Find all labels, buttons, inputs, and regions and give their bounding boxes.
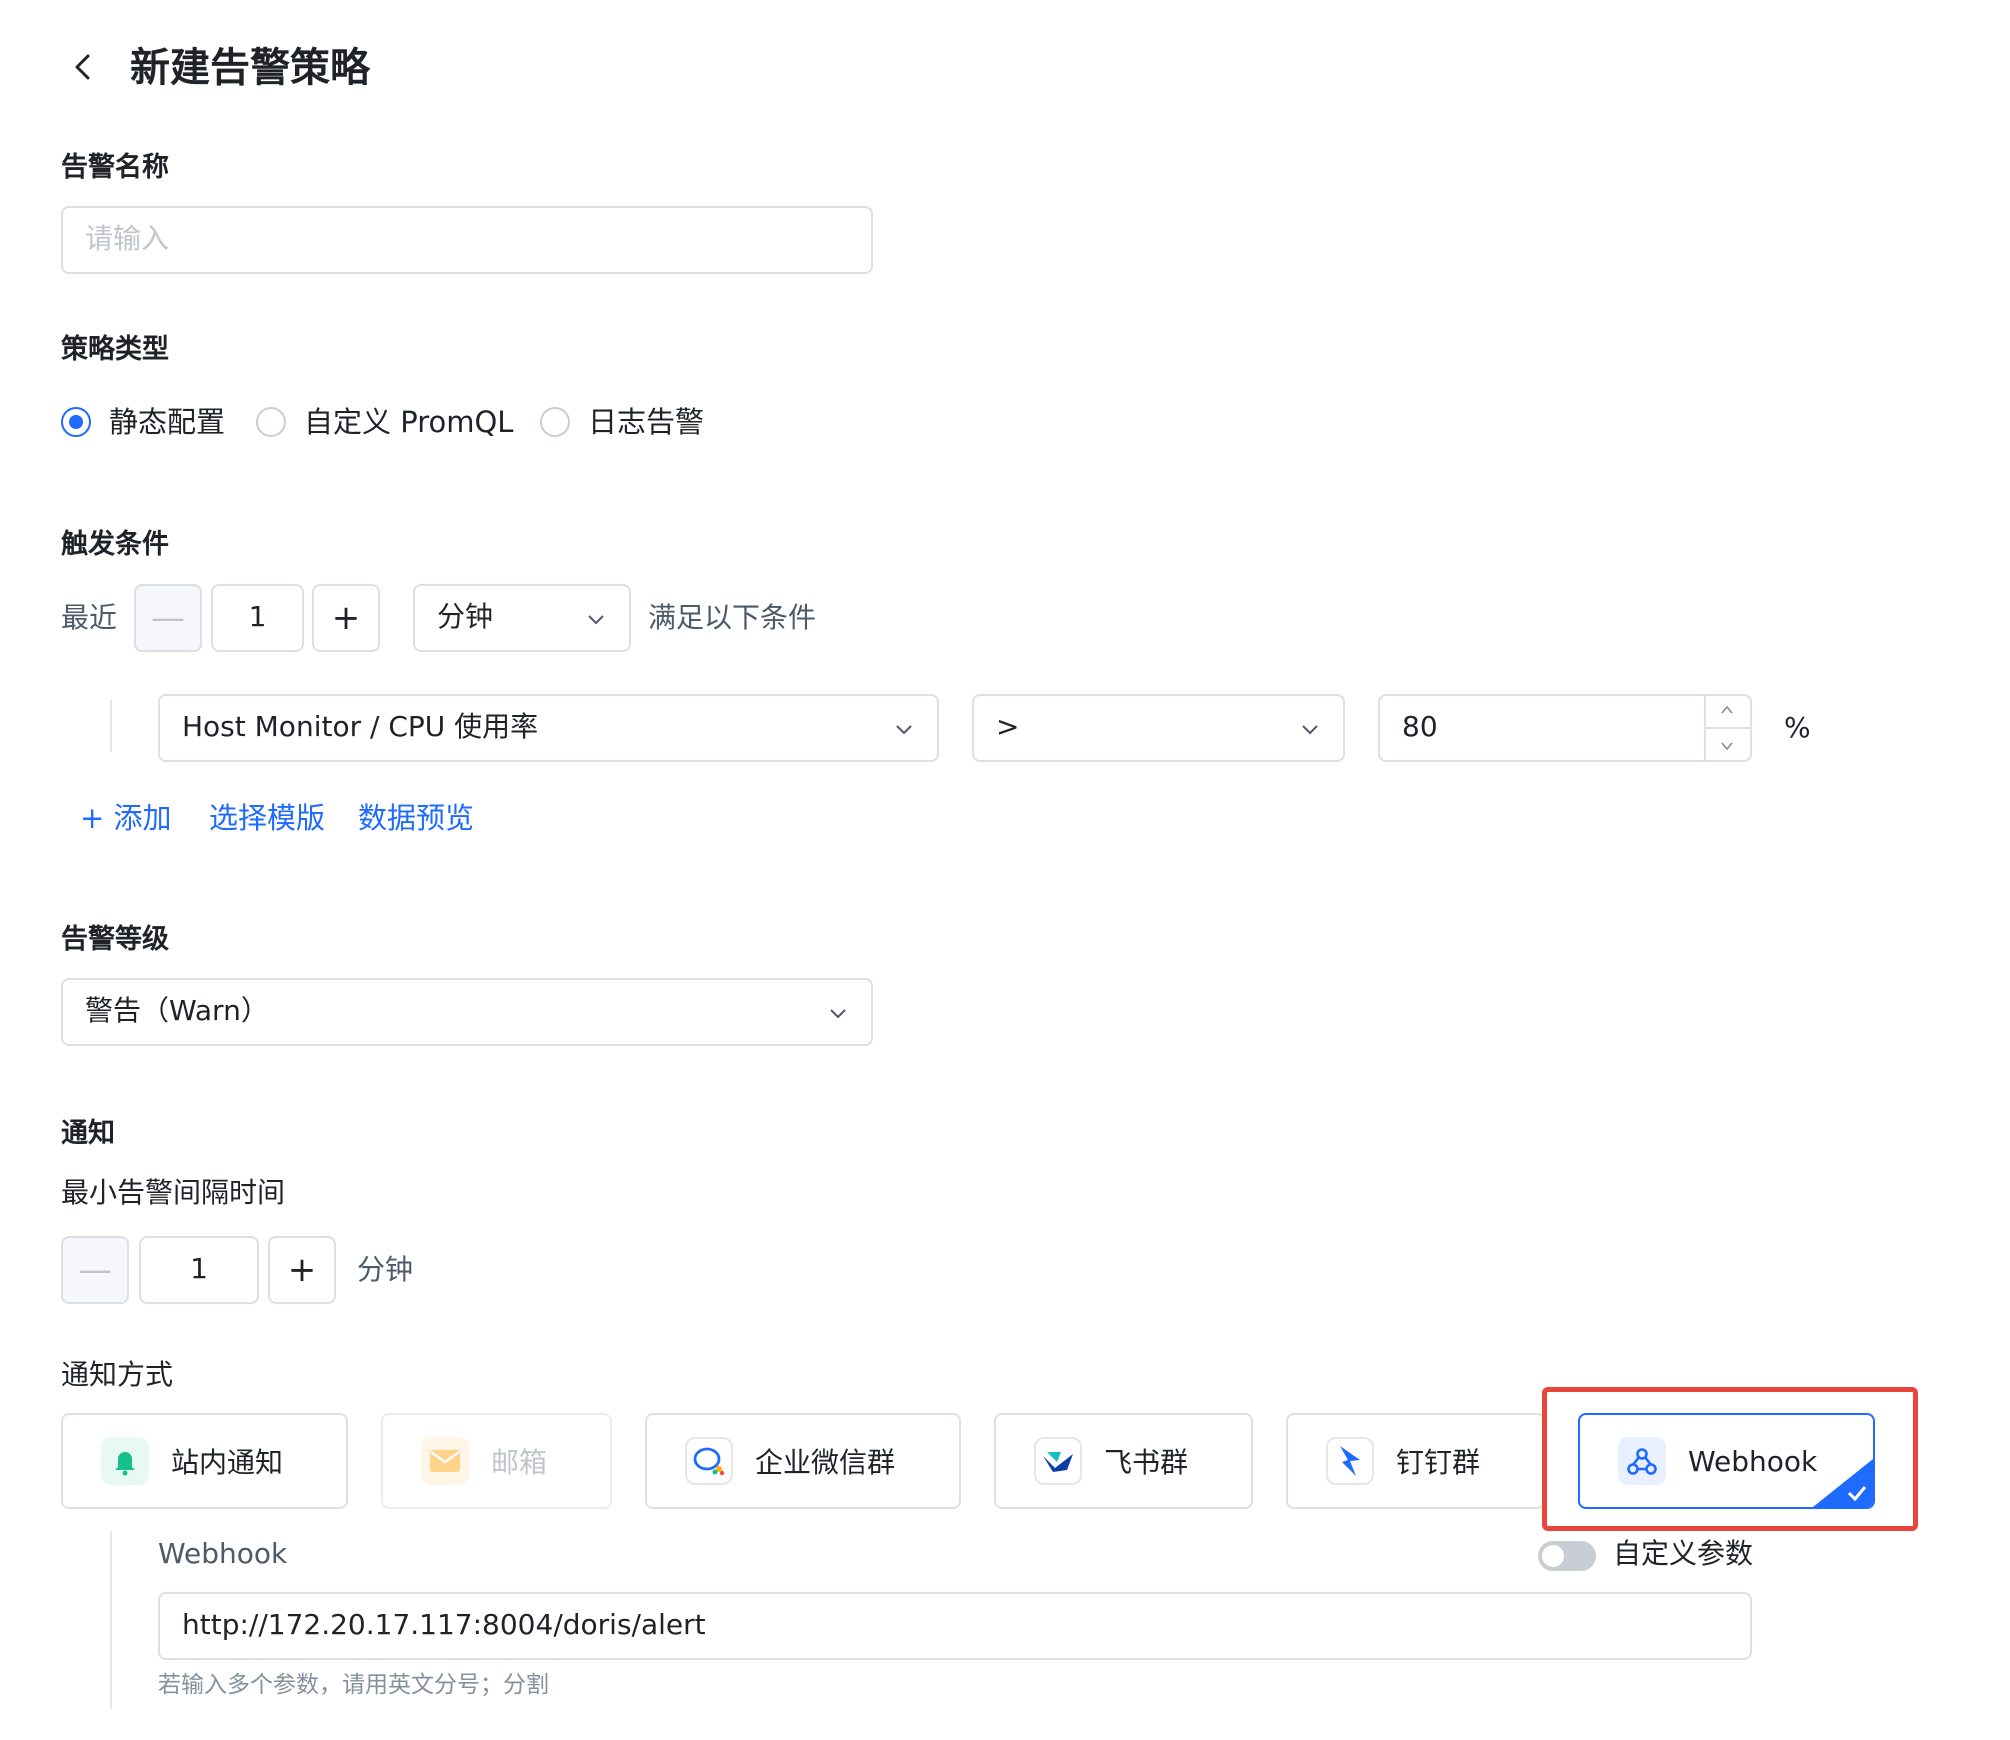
custom-param-toggle[interactable] [1538,1541,1596,1571]
trigger-unit-value: 分钟 [437,600,494,633]
add-condition-link[interactable]: + 添加 [80,798,172,838]
trigger-label: 触发条件 [61,529,169,560]
toggle-knob [1542,1545,1564,1567]
radio-promql-dot[interactable] [256,407,286,437]
chevron-down-icon [588,615,604,625]
chevron-down-icon [830,1009,846,1019]
interval-input[interactable]: 1 [139,1236,259,1304]
radio-log[interactable] [540,407,570,437]
trigger-unit-select[interactable]: 分钟 [413,584,631,652]
method-label-feishu: 飞书群 [1104,1446,1189,1479]
metric-select[interactable]: Host Monitor / CPU 使用率 [158,694,939,762]
mail-icon [421,1437,469,1485]
radio-static[interactable] [61,407,91,437]
method-label-dingtalk: 钉钉群 [1396,1446,1481,1479]
custom-param-label: 自定义参数 [1613,1537,1754,1570]
operator-select[interactable]: > [972,694,1345,762]
metric-value: Host Monitor / CPU 使用率 [182,710,539,743]
notify-method-label: 通知方式 [61,1358,174,1391]
interval-plus-button[interactable]: + [268,1236,336,1304]
select-template-link[interactable]: 选择模版 [209,798,325,838]
dingtalk-icon [1326,1437,1374,1485]
threshold-stepper[interactable] [1704,696,1750,760]
stepper-divider [1706,727,1750,729]
chevron-down-icon [1302,725,1318,735]
method-card-wecom[interactable]: 企业微信群 [645,1413,961,1509]
page-title: 新建告警策略 [130,45,370,91]
chevron-down-icon[interactable] [1720,740,1734,752]
trigger-suffix: 满足以下条件 [648,601,817,634]
threshold-input[interactable]: 80 [1378,694,1752,762]
webhook-label: Webhook [158,1537,288,1570]
bell-icon [101,1437,149,1485]
radio-promql[interactable] [256,407,286,437]
highlight-box [1542,1387,1918,1531]
radio-log-dot[interactable] [540,407,570,437]
threshold-value: 80 [1402,710,1438,743]
level-select[interactable]: 警告（Warn） [61,978,873,1046]
data-preview-link[interactable]: 数据预览 [358,798,474,838]
notify-label: 通知 [61,1118,115,1149]
method-label-wecom: 企业微信群 [755,1446,896,1479]
interval-unit: 分钟 [357,1253,414,1286]
radio-promql-label[interactable]: 自定义 PromQL [304,402,513,442]
trigger-count-input[interactable]: 1 [211,584,304,652]
radio-static-label[interactable]: 静态配置 [109,402,225,442]
level-label: 告警等级 [61,924,169,955]
alert-name-input[interactable]: 请输入 [61,206,873,274]
method-label-mail: 邮箱 [491,1446,548,1479]
threshold-unit: % [1784,711,1811,744]
feishu-icon [1034,1437,1082,1485]
webhook-hint: 若输入多个参数，请用英文分号；分割 [158,1672,549,1698]
wecom-icon [685,1437,733,1485]
alert-name-label: 告警名称 [61,152,169,183]
operator-value: > [996,710,1020,743]
level-value: 警告（Warn） [85,994,269,1027]
webhook-url-input[interactable]: http://172.20.17.117:8004/doris/alert [158,1592,1752,1660]
interval-minus-button[interactable]: — [61,1236,129,1304]
webhook-indent-line [110,1531,112,1709]
radio-static-dot[interactable] [61,407,91,437]
back-arrow-icon[interactable] [68,52,98,82]
method-card-feishu[interactable]: 飞书群 [994,1413,1253,1509]
interval-label: 最小告警间隔时间 [61,1176,286,1209]
method-card-inapp[interactable]: 站内通知 [61,1413,348,1509]
trigger-minus-button[interactable]: — [134,584,202,652]
trigger-plus-button[interactable]: + [312,584,380,652]
chevron-down-icon [896,725,912,735]
method-label-inapp: 站内通知 [171,1446,284,1479]
condition-indent-line [110,700,112,752]
method-card-mail[interactable]: 邮箱 [381,1413,612,1509]
chevron-up-icon[interactable] [1720,704,1734,716]
radio-log-label[interactable]: 日志告警 [588,402,704,442]
method-card-dingtalk[interactable]: 钉钉群 [1286,1413,1545,1509]
strategy-type-label: 策略类型 [61,334,169,365]
trigger-recent-label: 最近 [61,601,118,634]
